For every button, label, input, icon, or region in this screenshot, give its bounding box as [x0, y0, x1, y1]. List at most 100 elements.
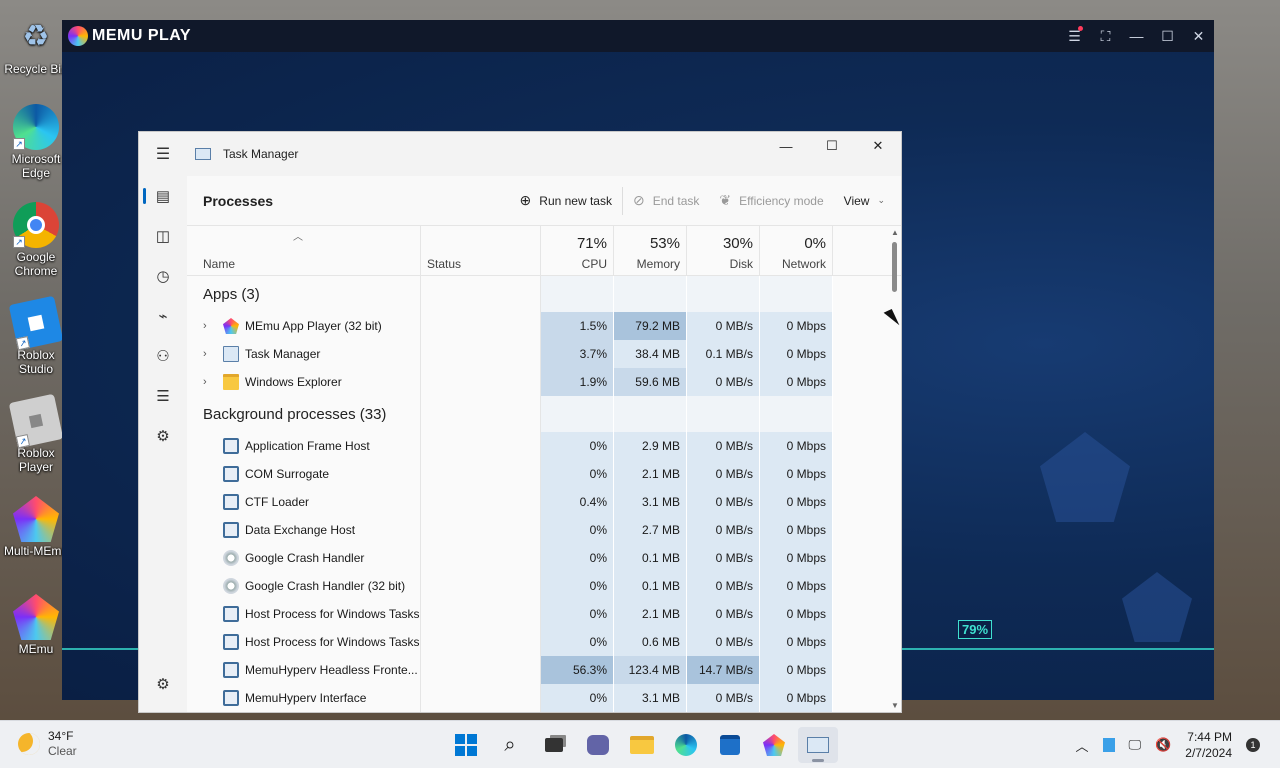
cpu-cell: 56.3%	[541, 656, 614, 684]
disk-cell: 0 MB/s	[687, 368, 760, 396]
memu-maximize-button[interactable]: ☐	[1152, 20, 1183, 52]
leaf-icon: ❦	[719, 192, 732, 208]
chevron-up-icon[interactable]: ︿	[1076, 736, 1089, 755]
nav-startup-apps[interactable]: ⌁	[139, 296, 187, 336]
hamburger-menu-button[interactable]: ☰	[139, 144, 187, 164]
table-row[interactable]: MemuHyperv Headless Fronte... 56.3% 123.4 …	[187, 656, 901, 684]
process-name: Task Manager	[245, 347, 321, 361]
memu-minimize-button[interactable]: —	[1121, 20, 1152, 52]
scroll-down-icon[interactable]: ▼	[891, 701, 899, 710]
desktop-icon-chrome[interactable]: ↗ Google Chrome	[2, 202, 70, 278]
process-name-cell: COM Surrogate	[187, 460, 421, 488]
process-table: ︿ Name Status 71% CPU 53% Memory 30% Dis…	[187, 226, 901, 712]
task-view-button[interactable]	[534, 727, 574, 763]
memu-menu-button[interactable]: ☰	[1059, 20, 1090, 52]
process-name: Host Process for Windows Tasks	[245, 635, 420, 649]
desktop-icon-label: Recycle Bin	[4, 62, 68, 76]
table-row[interactable]: CTF Loader 0.4% 3.1 MB 0 MB/s 0 Mbps	[187, 488, 901, 516]
search-button[interactable]: ⌕	[490, 727, 530, 763]
close-button[interactable]: ✕	[855, 132, 901, 160]
crash-handler-icon	[223, 578, 239, 594]
table-row[interactable]: › Task Manager 3.7% 38.4 MB 0.1 MB/s 0 Mbps	[187, 340, 901, 368]
table-row[interactable]: Data Exchange Host 0% 2.7 MB 0 MB/s 0 Mbps	[187, 516, 901, 544]
process-name: Host Process for Windows Tasks	[245, 607, 420, 621]
column-cpu[interactable]: 71% CPU	[541, 226, 614, 275]
clock[interactable]: 7:44 PM 2/7/2024	[1185, 729, 1232, 761]
desktop-icon-roblox-player[interactable]: ↗ Roblox Player	[2, 393, 70, 474]
network-icon[interactable]: 🖵	[1129, 737, 1142, 753]
nav-app-history[interactable]: ◷	[139, 256, 187, 296]
cpu-cell: 0.4%	[541, 488, 614, 516]
empty-cell	[614, 276, 687, 312]
column-memory[interactable]: 53% Memory	[614, 226, 687, 275]
table-row[interactable]: Application Frame Host 0% 2.9 MB 0 MB/s 0 Mb…	[187, 432, 901, 460]
folder-icon	[630, 736, 654, 754]
bg-shape	[1122, 572, 1192, 642]
vertical-scrollbar[interactable]: ▲ ▼	[891, 226, 899, 712]
maximize-button[interactable]: ☐	[809, 132, 855, 160]
desktop-icon-edge[interactable]: ↗ Microsoft Edge	[2, 104, 70, 180]
table-row[interactable]: MemuHyperv Interface 0% 3.1 MB 0 MB/s 0 Mbps	[187, 684, 901, 712]
minimize-button[interactable]: —	[763, 132, 809, 160]
memu-close-button[interactable]: ✕	[1183, 20, 1214, 52]
desktop-icon-memu[interactable]: MEmu	[2, 594, 70, 656]
view-dropdown[interactable]: View ⌄	[834, 194, 901, 208]
teams-chat-button[interactable]	[578, 727, 618, 763]
task-manager-taskbar-button[interactable]	[798, 727, 838, 763]
nav-performance[interactable]: ◫	[139, 216, 187, 256]
bg-shape	[1040, 432, 1130, 522]
volume-muted-icon[interactable]: 🔇	[1155, 737, 1171, 753]
nav-processes[interactable]: ▤	[139, 176, 187, 216]
column-network[interactable]: 0% Network	[760, 226, 833, 275]
nav-services[interactable]: ⚙	[139, 416, 187, 456]
empty-cell	[614, 396, 687, 432]
table-row[interactable]: Host Process for Windows Tasks 0% 0.6 MB 0 …	[187, 628, 901, 656]
column-label: Memory	[636, 257, 680, 271]
network-total: 0%	[804, 235, 826, 252]
expand-chevron-icon[interactable]: ›	[203, 376, 223, 388]
column-disk[interactable]: 30% Disk	[687, 226, 760, 275]
column-label: CPU	[581, 257, 607, 271]
scroll-thumb[interactable]	[892, 242, 897, 292]
memu-fullscreen-button[interactable]: ⛶	[1090, 20, 1121, 52]
nav-settings[interactable]: ⚙	[139, 664, 187, 704]
notification-badge[interactable]: 1	[1246, 738, 1260, 752]
file-explorer-button[interactable]	[622, 727, 662, 763]
expand-chevron-icon[interactable]: ›	[203, 348, 223, 360]
column-status[interactable]: Status	[421, 226, 541, 275]
desktop-icon-multi-memu[interactable]: Multi-MEmu	[2, 496, 70, 558]
details-icon: ☰	[156, 388, 170, 405]
run-new-task-button[interactable]: ⊕ Run new task	[510, 192, 622, 209]
edge-taskbar-button[interactable]	[666, 727, 706, 763]
table-row[interactable]: Host Process for Windows Tasks 0% 2.1 MB 0 …	[187, 600, 901, 628]
weather-widget[interactable]: 34°F Clear	[18, 729, 77, 758]
task-view-icon	[545, 738, 563, 752]
column-name[interactable]: ︿ Name	[187, 226, 421, 275]
desktop-icon-recycle-bin[interactable]: ♻ Recycle Bin	[2, 14, 70, 77]
scroll-up-icon[interactable]: ▲	[891, 228, 899, 237]
end-task-button[interactable]: ⊘ End task	[623, 192, 709, 209]
table-row[interactable]: › Windows Explorer 1.9% 59.6 MB 0 MB/s 0 Mbps	[187, 368, 901, 396]
maximize-icon: ☐	[826, 138, 838, 153]
fullscreen-icon: ⛶	[1100, 27, 1111, 44]
start-button[interactable]	[446, 727, 486, 763]
table-row[interactable]: COM Surrogate 0% 2.1 MB 0 MB/s 0 Mbps	[187, 460, 901, 488]
app-tray-icon[interactable]	[1102, 738, 1115, 752]
process-icon	[223, 522, 239, 538]
desktop-icon-roblox-studio[interactable]: ↗ Roblox Studio	[2, 295, 70, 376]
table-row[interactable]: › MEmu App Player (32 bit) 1.5% 79.2 MB 0 MB…	[187, 312, 901, 340]
efficiency-mode-button[interactable]: ❦ Efficiency mode	[709, 192, 833, 209]
nav-details[interactable]: ☰	[139, 376, 187, 416]
memu-title-bar[interactable]: MEMU PLAY ☰ ⛶ — ☐ ✕	[62, 20, 1214, 52]
store-button[interactable]	[710, 727, 750, 763]
nav-users[interactable]: ⚇	[139, 336, 187, 376]
status-cell	[421, 312, 541, 340]
status-cell	[421, 656, 541, 684]
task-manager-window: ☰ Task Manager — ☐ ✕ ▤ ◫ ◷ ⌁ ⚇ ☰ ⚙ ⚙ Pro…	[138, 131, 902, 713]
efficiency-mode-label: Efficiency mode	[739, 193, 824, 208]
table-row[interactable]: Google Crash Handler 0% 0.1 MB 0 MB/s 0 Mbps	[187, 544, 901, 572]
memu-taskbar-button[interactable]	[754, 727, 794, 763]
task-manager-title-bar[interactable]: ☰ Task Manager — ☐ ✕	[139, 132, 901, 176]
expand-chevron-icon[interactable]: ›	[203, 320, 223, 332]
table-row[interactable]: Google Crash Handler (32 bit) 0% 0.1 MB 0 M…	[187, 572, 901, 600]
